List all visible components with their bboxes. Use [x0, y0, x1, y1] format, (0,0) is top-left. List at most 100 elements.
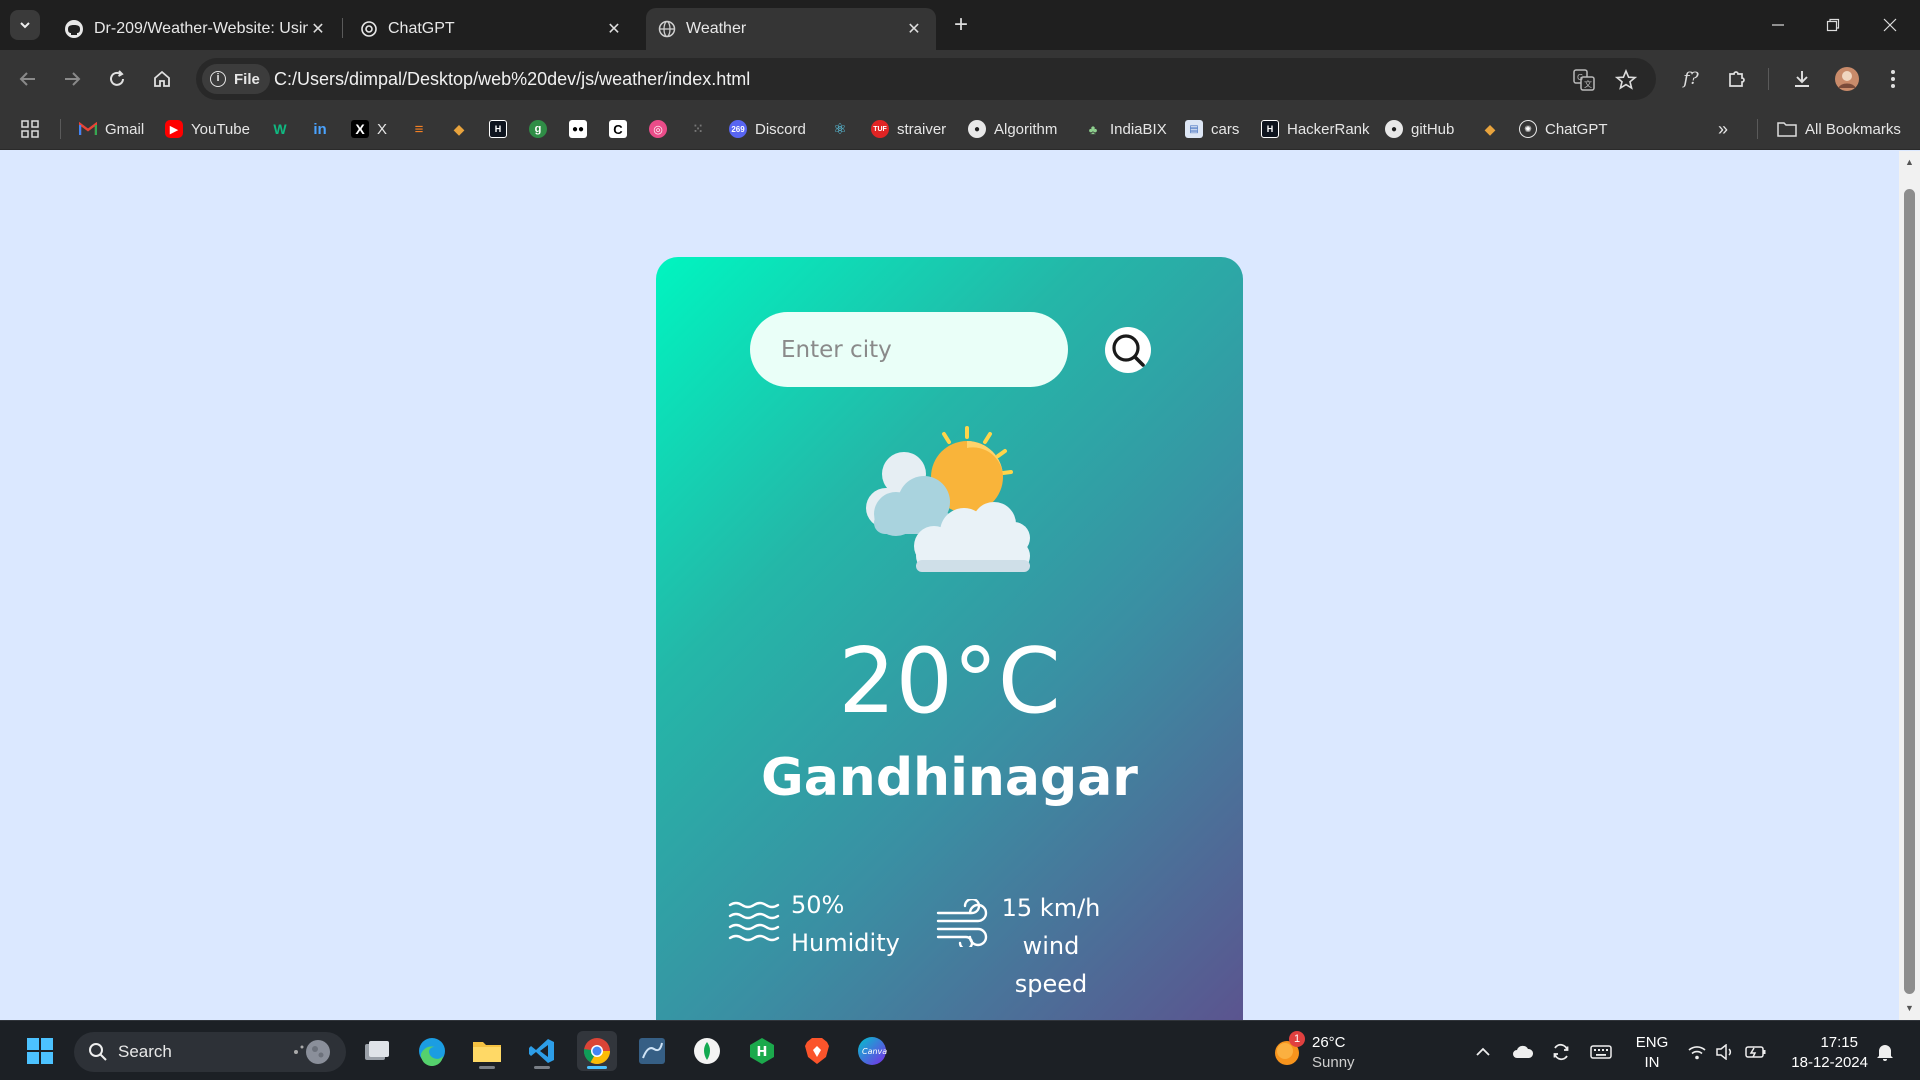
bookmark-wellfound[interactable]: W	[271, 117, 289, 141]
forward-button[interactable]	[57, 64, 87, 94]
taskbar-search[interactable]: Search	[74, 1032, 346, 1072]
url-text[interactable]: C:/Users/dimpal/Desktop/web%20dev/js/wea…	[274, 69, 750, 90]
taskbar-mysql-workbench[interactable]	[632, 1031, 672, 1071]
taskbar-weather-desc: Sunny	[1312, 1054, 1355, 1071]
tab-search-button[interactable]	[10, 10, 40, 40]
folder-icon	[1777, 122, 1797, 137]
hackerrank-icon: H	[489, 120, 507, 138]
close-icon[interactable]: ✕	[904, 19, 924, 39]
bookmark-straiver[interactable]: TUF straiver	[871, 117, 946, 141]
chevron-up-icon[interactable]	[1472, 1041, 1494, 1063]
close-icon[interactable]: ✕	[308, 19, 328, 39]
wifi-icon[interactable]	[1686, 1041, 1708, 1063]
bookmark-gfg[interactable]: g	[529, 117, 547, 141]
taskbar-hacker-app[interactable]: H	[742, 1031, 782, 1071]
bookmark-stackoverflow[interactable]: ≡	[410, 117, 428, 141]
tab-github[interactable]: Dr-209/Weather-Website: Using ✕	[52, 8, 340, 50]
sync-icon[interactable]	[1550, 1041, 1572, 1063]
bookmark-youtube[interactable]: ▶ YouTube	[165, 117, 250, 141]
site-info-chip[interactable]: i File	[202, 64, 270, 94]
bookmarks-divider	[60, 119, 61, 139]
taskbar-edge[interactable]	[412, 1031, 452, 1071]
volume-icon[interactable]	[1714, 1041, 1736, 1063]
reload-button[interactable]	[102, 64, 132, 94]
bookmark-discord[interactable]: 269 Discord	[729, 117, 806, 141]
tab-chatgpt[interactable]: ChatGPT ✕	[348, 8, 636, 50]
restore-button[interactable]	[1813, 10, 1853, 40]
bookmark-x[interactable]: XX	[351, 117, 387, 141]
scroll-down-arrow-icon[interactable]: ▼	[1904, 1003, 1915, 1015]
city-search-input[interactable]	[750, 312, 1068, 387]
scrollbar-thumb[interactable]	[1904, 189, 1915, 994]
back-button[interactable]	[13, 64, 43, 94]
react-icon: ⚛	[833, 121, 847, 138]
close-window-button[interactable]	[1870, 10, 1910, 40]
taskbar-vscode[interactable]	[522, 1031, 562, 1071]
info-icon: i	[210, 71, 226, 87]
taskbar-chrome[interactable]	[577, 1031, 617, 1071]
bookmark-gmail[interactable]: Gmail	[79, 117, 144, 141]
bookmark-github[interactable]: ● gitHub	[1385, 117, 1454, 141]
minimize-button[interactable]	[1758, 10, 1798, 40]
windows-taskbar: Search H Canva 1 26°C Sunny ENG IN 17:15…	[0, 1020, 1920, 1080]
extensions-puzzle-icon[interactable]	[1722, 64, 1752, 94]
scroll-up-arrow-icon[interactable]: ▲	[1904, 157, 1915, 169]
bookmark-hackerrank[interactable]: H HackerRank	[1261, 117, 1370, 141]
bookmark-linkedin[interactable]: in	[311, 117, 329, 141]
downloads-icon[interactable]	[1787, 64, 1817, 94]
apps-grid-icon[interactable]	[20, 117, 40, 141]
globe-icon	[658, 20, 676, 38]
bookmark-indiabix[interactable]: ♣ IndiaBIX	[1084, 117, 1167, 141]
taskbar-weather-widget[interactable]: 1 26°C Sunny	[1270, 1031, 1390, 1071]
language-indicator[interactable]: ENG IN	[1630, 1033, 1674, 1071]
app-running-indicator	[534, 1066, 550, 1069]
keyboard-icon[interactable]	[1590, 1041, 1612, 1063]
translate-icon[interactable]: G文	[1572, 68, 1596, 92]
home-button[interactable]	[147, 64, 177, 94]
bookmark-react[interactable]: ⚛	[831, 117, 849, 141]
onedrive-cloud-icon[interactable]	[1512, 1041, 1534, 1063]
search-button[interactable]	[1105, 327, 1151, 373]
github-icon: ●	[968, 120, 986, 138]
windows-start-button[interactable]	[20, 1031, 60, 1071]
bookmark-dribbble[interactable]: ◎	[649, 117, 667, 141]
close-icon[interactable]: ✕	[604, 19, 624, 39]
bookmark-cars[interactable]: ▤ cars	[1185, 117, 1239, 141]
notification-bell-icon[interactable]	[1874, 1041, 1896, 1063]
bookmark-chatgpt[interactable]: ✺ ChatGPT	[1519, 117, 1608, 141]
weather-card: 20°C Gandhinagar 50% Humidity 15 km/h wi…	[656, 257, 1243, 1020]
discord-icon: 269	[729, 120, 747, 138]
bookmark-medium[interactable]: ●●	[569, 117, 587, 141]
bookmark-hackerrank-1[interactable]: H	[489, 117, 507, 141]
site-chip-label: File	[234, 70, 260, 88]
tab-weather[interactable]: Weather ✕	[646, 8, 936, 50]
battery-icon[interactable]	[1745, 1041, 1767, 1063]
page-scrollbar[interactable]: ▲ ▼	[1899, 151, 1920, 1020]
bookmark-apps[interactable]: ⁙	[689, 117, 707, 141]
taskbar-canva[interactable]: Canva	[852, 1031, 892, 1071]
all-bookmarks-button[interactable]: All Bookmarks	[1777, 117, 1901, 141]
taskbar-file-explorer[interactable]	[467, 1031, 507, 1071]
bookmarks-bar: Gmail ▶ YouTube W in XX ≡ ◆ H g ●● C ◎ ⁙ …	[0, 108, 1920, 150]
hackerrank-icon: H	[1261, 120, 1279, 138]
address-bar[interactable]: i File C:/Users/dimpal/Desktop/web%20dev…	[196, 58, 1656, 100]
chevron-double-right-icon[interactable]: »	[1718, 117, 1728, 141]
bookmark-codechef-2[interactable]: ◆	[1481, 117, 1499, 141]
tab-strip: Dr-209/Weather-Website: Using ✕ ChatGPT …	[0, 0, 1920, 50]
taskbar-clock[interactable]: 17:15 18-12-2024	[1776, 1033, 1868, 1071]
bookmark-star-icon[interactable]	[1614, 68, 1638, 92]
taskbar-task-view[interactable]	[357, 1031, 397, 1071]
new-tab-button[interactable]: +	[948, 12, 974, 38]
taskbar-mongodb-compass[interactable]	[687, 1031, 727, 1071]
svg-text:文: 文	[1584, 79, 1592, 89]
menu-kebab-icon[interactable]	[1878, 64, 1908, 94]
taskbar-weather-temp: 26°C	[1312, 1034, 1346, 1051]
mongodb-compass-icon	[694, 1038, 720, 1064]
profile-avatar[interactable]	[1832, 64, 1862, 94]
taskbar-brave[interactable]	[797, 1031, 837, 1071]
codechef-icon: ◆	[453, 120, 465, 137]
bookmark-algorithm[interactable]: ● Algorithm	[968, 117, 1057, 141]
bookmark-codechef-1[interactable]: ◆	[450, 117, 468, 141]
bookmark-coursera[interactable]: C	[609, 117, 627, 141]
extension-fx-icon[interactable]: f?	[1676, 64, 1706, 94]
